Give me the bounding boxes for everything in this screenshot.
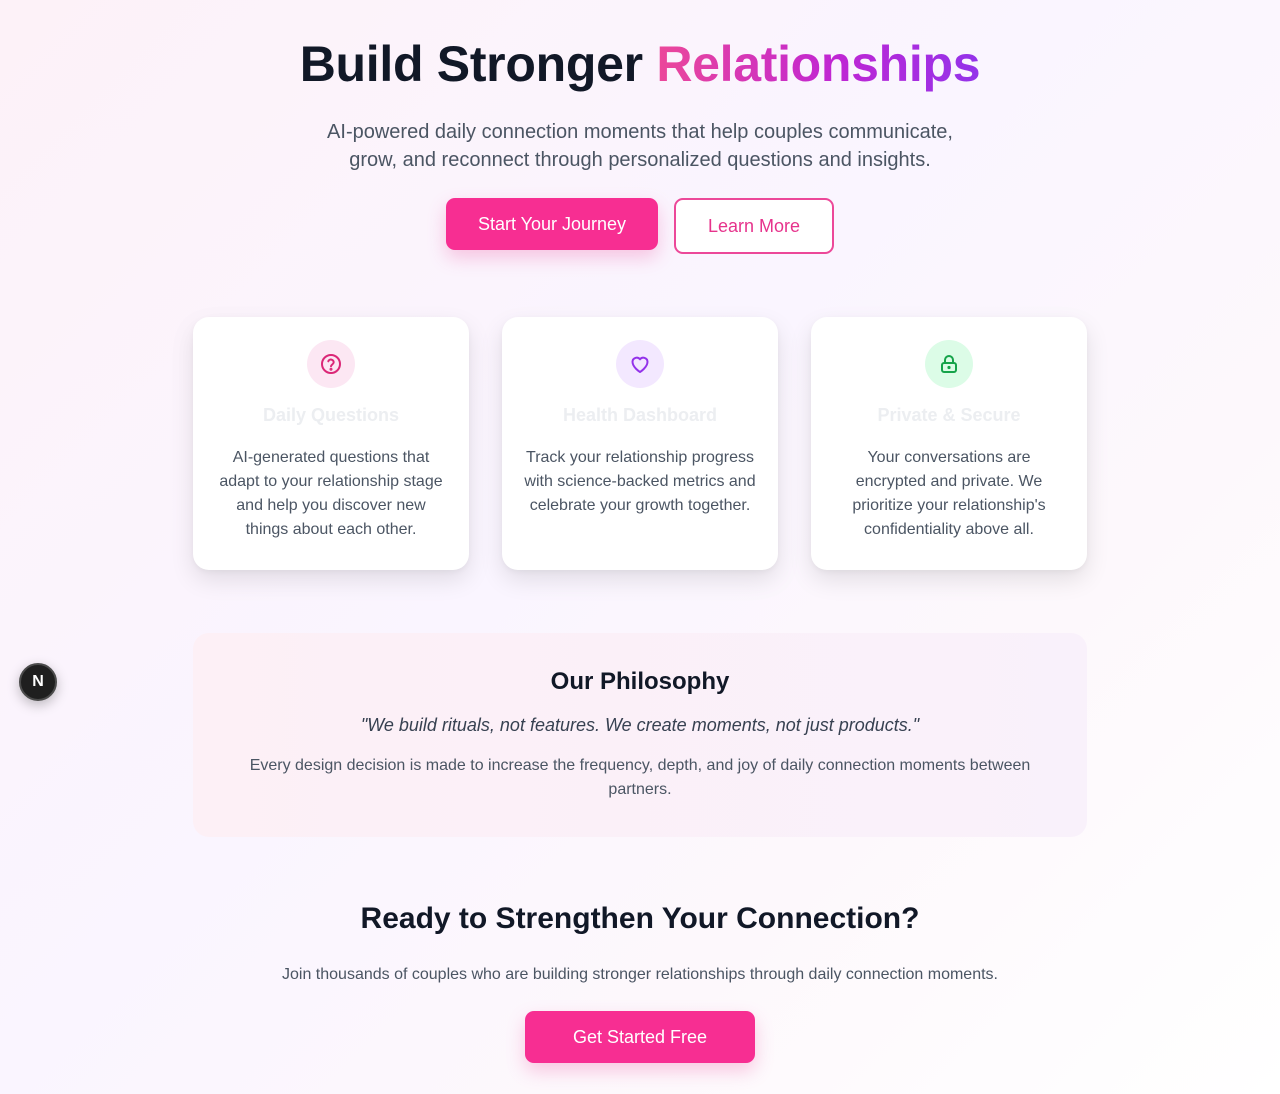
feature-description: Your conversations are encrypted and pri… xyxy=(852,449,1046,538)
hero-title-accent: Relationships xyxy=(656,36,981,92)
feature-title: Private & Secure xyxy=(877,405,1021,425)
philosophy-quote: "We build rituals, not features. We crea… xyxy=(360,715,920,735)
features-grid: Daily Questions AI-generated questions t… xyxy=(193,317,1087,570)
nextjs-dev-badge[interactable]: N xyxy=(19,663,57,701)
hero-actions: Start Your Journey Learn More xyxy=(0,198,1280,254)
feature-description: Track your relationship progress with sc… xyxy=(524,449,756,514)
feature-card-daily-questions: Daily Questions AI-generated questions t… xyxy=(193,317,469,570)
start-journey-button[interactable]: Start Your Journey xyxy=(446,198,658,250)
hero-title-main: Build Stronger xyxy=(299,36,657,92)
cta-subtitle: Join thousands of couples who are buildi… xyxy=(282,966,998,983)
cta-title: Ready to Strengthen Your Connection? xyxy=(360,902,920,935)
cta-section: Ready to Strengthen Your Connection? Joi… xyxy=(0,900,1280,1063)
feature-title: Health Dashboard xyxy=(562,405,718,425)
feature-card-health-dashboard: Health Dashboard Track your relationship… xyxy=(502,317,778,570)
lock-icon xyxy=(925,340,973,388)
philosophy-title: Our Philosophy xyxy=(550,668,730,695)
hero-title: Build Stronger Relationships xyxy=(0,36,1280,92)
feature-card-private-secure: Private & Secure Your conversations are … xyxy=(811,317,1087,570)
get-started-button[interactable]: Get Started Free xyxy=(525,1011,755,1063)
question-circle-icon xyxy=(307,340,355,388)
hero-subtitle: AI-powered daily connection moments that… xyxy=(327,121,953,171)
philosophy-description: Every design decision is made to increas… xyxy=(249,757,1031,798)
hero-section: Build Stronger Relationships AI-powered … xyxy=(0,0,1280,254)
heart-icon xyxy=(616,340,664,388)
feature-title: Daily Questions xyxy=(262,405,400,425)
feature-description: AI-generated questions that adapt to you… xyxy=(219,449,443,538)
learn-more-button[interactable]: Learn More xyxy=(674,198,834,254)
philosophy-section: Our Philosophy "We build rituals, not fe… xyxy=(193,633,1087,837)
